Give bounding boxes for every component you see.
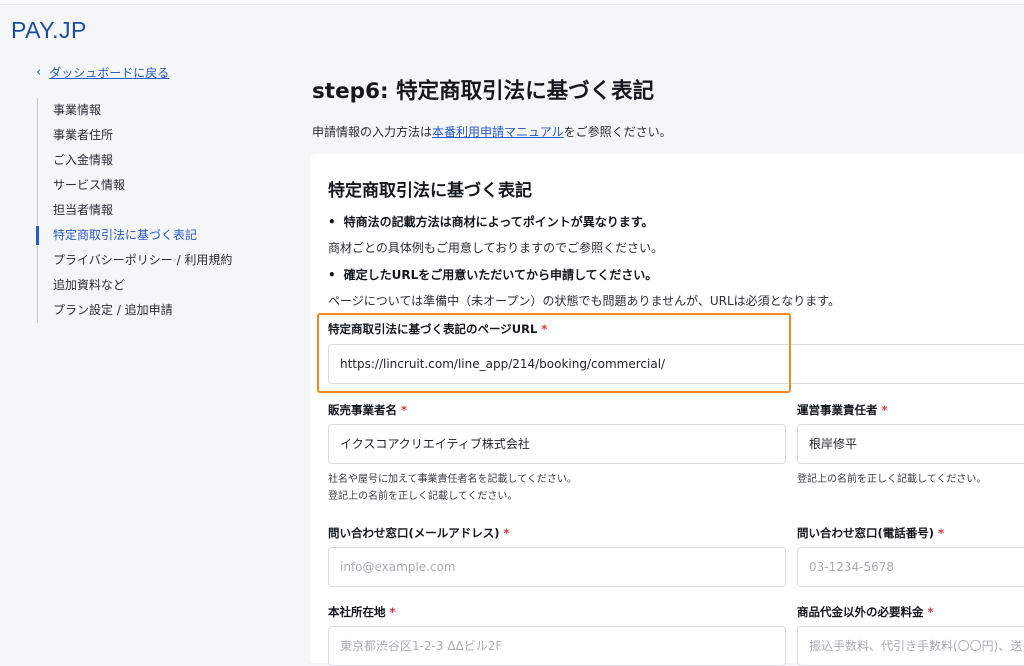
step-sidebar-nav: 事業情報 事業者住所 ご入金情報 サービス情報 担当者情報 特定商取引法に基づく… bbox=[35, 98, 232, 323]
manager-field-label: 運営事業責任者 * bbox=[797, 402, 888, 418]
phone-label-text: 問い合わせ窓口(電話番号) bbox=[797, 526, 935, 540]
window-top-bar bbox=[0, 0, 1024, 5]
contact-email-input[interactable]: info@example.com bbox=[328, 547, 786, 587]
back-link-label: ダッシュボードに戻る bbox=[49, 66, 170, 80]
bullet-dot-icon: • bbox=[328, 215, 336, 229]
manager-label-text: 運営事業責任者 bbox=[797, 403, 878, 417]
note-text-2: ページについては準備中（未オープン）の状態でも問題ありませんが、URLは必須とな… bbox=[328, 294, 841, 308]
additional-fees-input[interactable]: 振込手数料、代引き手数料(〇〇円)、送 bbox=[797, 626, 1024, 666]
sidebar-item-plan-settings[interactable]: プラン設定 / 追加申請 bbox=[38, 298, 232, 323]
commercial-page-url-input[interactable]: https://lincruit.com/line_app/214/bookin… bbox=[328, 344, 1024, 384]
intro-suffix: をご参照ください。 bbox=[563, 125, 672, 139]
required-mark: * bbox=[401, 403, 408, 417]
required-mark: * bbox=[503, 526, 510, 540]
card-title: 特定商取引法に基づく表記 bbox=[328, 181, 532, 201]
payjp-logo: PAY.JP bbox=[11, 17, 87, 43]
manager-help-1: 登記上の名前を正しく記載してください。 bbox=[797, 474, 987, 485]
intro-text: 申請情報の入力方法は本番利用申請マニュアルをご参照ください。 bbox=[312, 123, 672, 140]
sidebar-item-additional-docs[interactable]: 追加資料など bbox=[38, 273, 232, 298]
page-title: step6: 特定商取引法に基づく表記 bbox=[312, 79, 655, 104]
bullet-note-1: • 特商法の記載方法は商材によってポイントが異なります。 bbox=[328, 213, 654, 230]
bullet-dot-icon: • bbox=[328, 268, 336, 282]
note-text-1: 商材ごとの具体例もご用意しておりますのでご参照ください。 bbox=[328, 241, 664, 255]
head-office-address-input[interactable]: 東京都渋谷区1-2-3 ΔΔビル2F bbox=[328, 626, 786, 666]
url-field-label: 特定商取引法に基づく表記のページURL * bbox=[328, 321, 547, 337]
required-mark: * bbox=[881, 403, 888, 417]
sidebar-item-deposit-info[interactable]: ご入金情報 bbox=[38, 148, 232, 173]
seller-name-input[interactable]: イクスコアクリエイティブ株式会社 bbox=[328, 424, 786, 464]
back-to-dashboard-link[interactable]: ‹ ダッシュボードに戻る bbox=[36, 64, 169, 81]
required-mark: * bbox=[389, 605, 396, 619]
url-label-text: 特定商取引法に基づく表記のページURL bbox=[328, 322, 538, 336]
sidebar-item-contact-person[interactable]: 担当者情報 bbox=[38, 198, 232, 223]
address-label-text: 本社所在地 bbox=[328, 605, 386, 619]
address-field-label: 本社所在地 * bbox=[328, 604, 396, 620]
phone-field-label: 問い合わせ窓口(電話番号) * bbox=[797, 525, 944, 541]
required-mark: * bbox=[927, 605, 934, 619]
required-mark: * bbox=[541, 322, 548, 336]
sidebar-item-commercial-law[interactable]: 特定商取引法に基づく表記 bbox=[35, 223, 232, 248]
seller-help-1: 社名や屋号に加えて事業責任者名を記載してください。 bbox=[328, 474, 577, 485]
seller-field-label: 販売事業者名 * bbox=[328, 402, 407, 418]
sidebar-item-business-address[interactable]: 事業者住所 bbox=[38, 123, 232, 148]
sidebar-item-business-info[interactable]: 事業情報 bbox=[38, 98, 232, 123]
commercial-law-form-card: 特定商取引法に基づく表記 • 特商法の記載方法は商材によってポイントが異なります。… bbox=[310, 154, 1024, 666]
contact-phone-input[interactable]: 03-1234-5678 bbox=[797, 547, 1024, 587]
manager-name-input[interactable]: 根岸修平 bbox=[797, 424, 1024, 464]
bullet-note-2: • 確定したURLをご用意いただいてから申請してください。 bbox=[328, 266, 657, 283]
fees-field-label: 商品代金以外の必要料金 * bbox=[797, 604, 934, 620]
intro-prefix: 申請情報の入力方法は bbox=[312, 125, 433, 139]
fees-label-text: 商品代金以外の必要料金 bbox=[797, 605, 924, 619]
bullet-text-1: 特商法の記載方法は商材によってポイントが異なります。 bbox=[343, 215, 654, 229]
email-field-label: 問い合わせ窓口(メールアドレス) * bbox=[328, 525, 510, 541]
bullet-text-2: 確定したURLをご用意いただいてから申請してください。 bbox=[343, 268, 658, 282]
sidebar-item-service-info[interactable]: サービス情報 bbox=[38, 173, 232, 198]
manual-link[interactable]: 本番利用申請マニュアル bbox=[432, 125, 564, 139]
seller-label-text: 販売事業者名 bbox=[328, 403, 397, 417]
sidebar-item-privacy-terms[interactable]: プライバシーポリシー / 利用規約 bbox=[38, 248, 232, 273]
required-mark: * bbox=[938, 526, 945, 540]
chevron-left-icon: ‹ bbox=[36, 65, 42, 80]
email-label-text: 問い合わせ窓口(メールアドレス) bbox=[328, 526, 500, 540]
seller-help-2: 登記上の名前を正しく記載してください。 bbox=[328, 491, 518, 502]
